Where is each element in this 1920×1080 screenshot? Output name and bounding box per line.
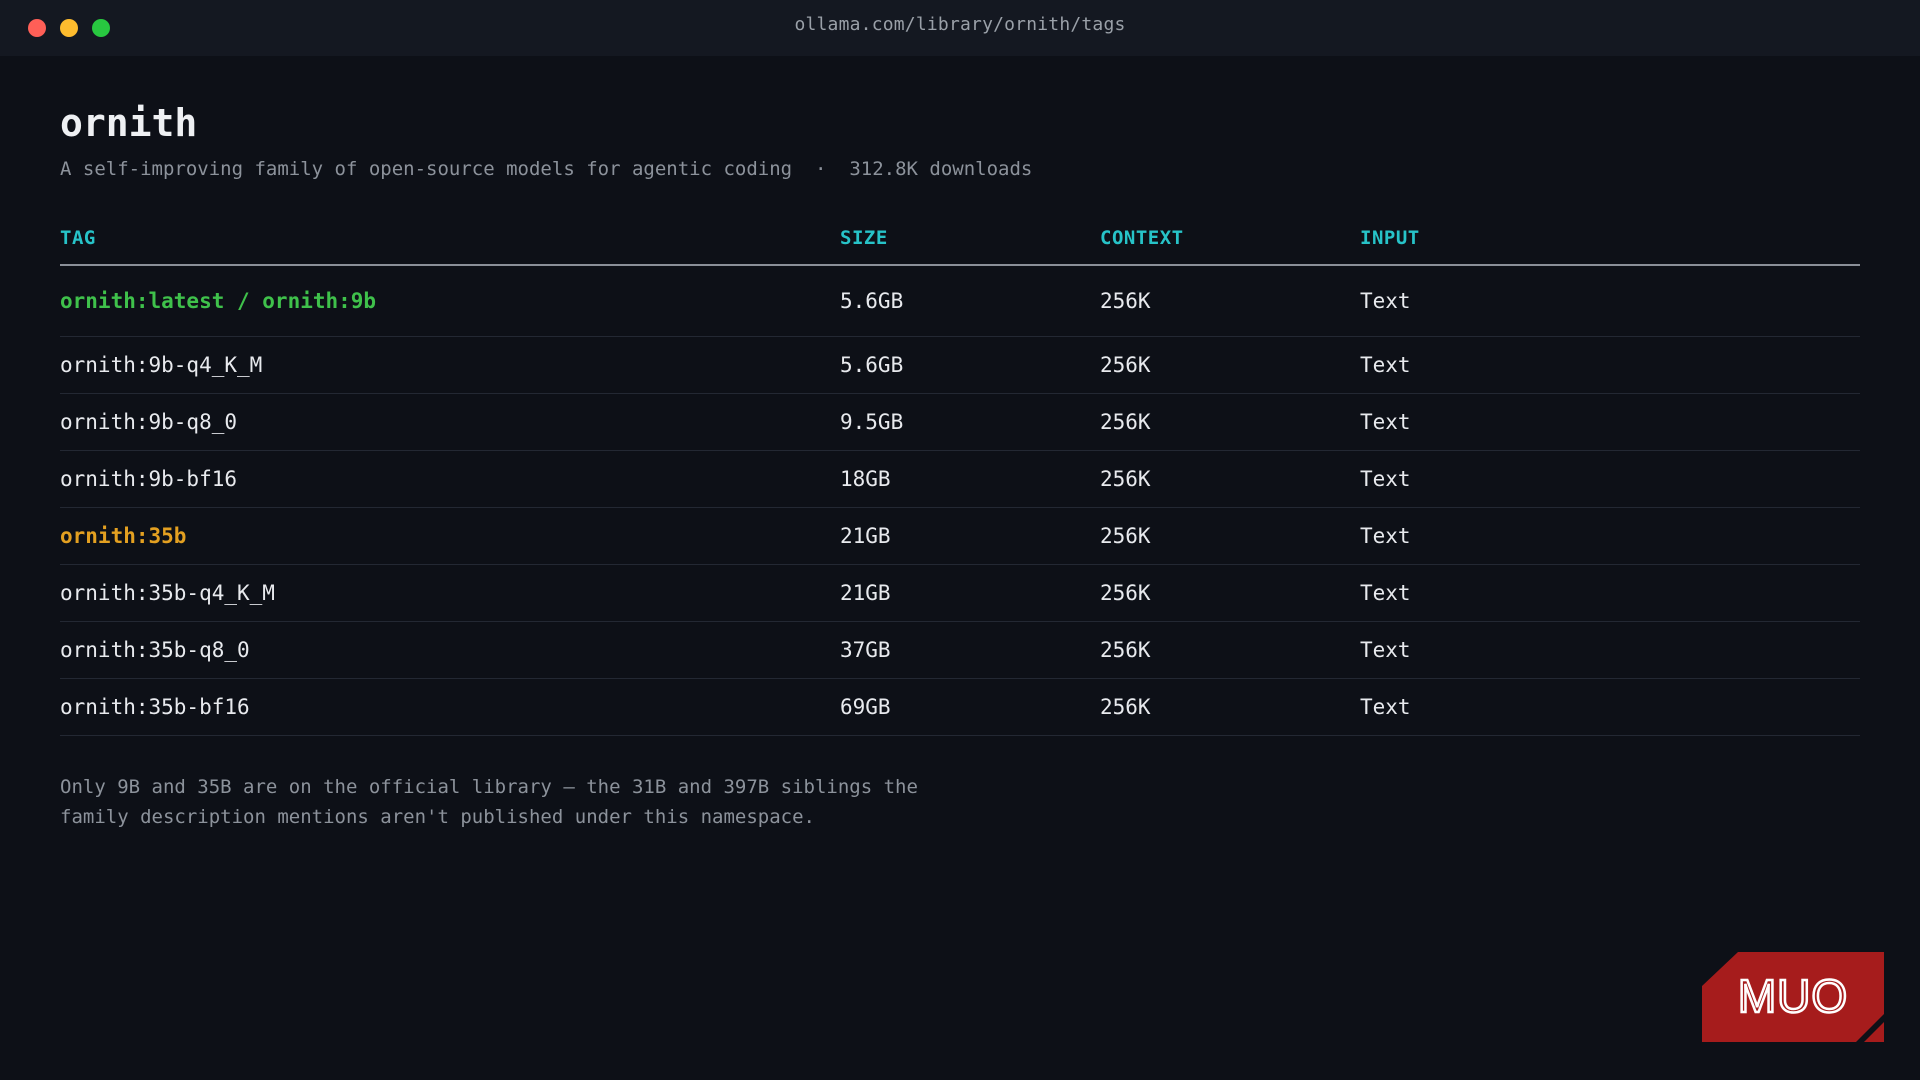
table-row[interactable]: ornith:9b-q8_0 9.5GB 256K Text xyxy=(60,394,1860,451)
context-cell: 256K xyxy=(1100,524,1151,548)
size-cell: 21GB xyxy=(840,581,891,605)
context-cell: 256K xyxy=(1100,695,1151,719)
footnote: Only 9B and 35B are on the official libr… xyxy=(60,772,1040,832)
page-title: ornith xyxy=(60,101,198,145)
table-header: TAG SIZE CONTEXT INPUT xyxy=(60,212,1860,266)
tag-cell[interactable]: ornith:9b-q8_0 xyxy=(60,410,840,434)
header-size: SIZE xyxy=(840,227,888,249)
table-row[interactable]: ornith:9b-bf16 18GB 256K Text xyxy=(60,451,1860,508)
input-cell: Text xyxy=(1360,353,1411,377)
table-row[interactable]: ornith:35b-bf16 69GB 256K Text xyxy=(60,679,1860,736)
header-context: CONTEXT xyxy=(1100,227,1184,249)
browser-window: ollama.com/library/ornith/tags ornith A … xyxy=(0,0,1920,1080)
tag-cell[interactable]: ornith:9b-bf16 xyxy=(60,467,840,491)
main-content: ornith A self-improving family of open-s… xyxy=(60,100,1860,832)
download-count: 312.8K downloads xyxy=(849,158,1033,180)
header-input: INPUT xyxy=(1360,227,1420,249)
tag-cell[interactable]: ornith:35b-q4_K_M xyxy=(60,581,840,605)
tag-cell[interactable]: ornith:9b-q4_K_M xyxy=(60,353,840,377)
size-cell: 37GB xyxy=(840,638,891,662)
window-titlebar: ollama.com/library/ornith/tags xyxy=(0,0,1920,56)
input-cell: Text xyxy=(1360,524,1411,548)
input-cell: Text xyxy=(1360,638,1411,662)
model-description: A self-improving family of open-source m… xyxy=(60,158,793,180)
input-cell: Text xyxy=(1360,581,1411,605)
tags-table: TAG SIZE CONTEXT INPUT ornith:latest / o… xyxy=(60,212,1860,736)
input-cell: Text xyxy=(1360,410,1411,434)
context-cell: 256K xyxy=(1100,353,1151,377)
input-cell: Text xyxy=(1360,695,1411,719)
context-cell: 256K xyxy=(1100,289,1151,313)
address-bar-url[interactable]: ollama.com/library/ornith/tags xyxy=(0,14,1920,35)
tag-cell[interactable]: ornith:latest / ornith:9b xyxy=(60,289,840,313)
context-cell: 256K xyxy=(1100,638,1151,662)
table-row[interactable]: ornith:latest / ornith:9b 5.6GB 256K Text xyxy=(60,266,1860,337)
footnote-line-1: Only 9B and 35B are on the official libr… xyxy=(60,776,918,798)
size-cell: 69GB xyxy=(840,695,891,719)
tag-cell[interactable]: ornith:35b-bf16 xyxy=(60,695,840,719)
logo-text: MUO xyxy=(1738,970,1848,1022)
size-cell: 5.6GB xyxy=(840,353,904,377)
table-row[interactable]: ornith:35b-q8_0 37GB 256K Text xyxy=(60,622,1860,679)
header-tag: TAG xyxy=(60,227,96,249)
size-cell: 18GB xyxy=(840,467,891,491)
input-cell: Text xyxy=(1360,467,1411,491)
tag-cell[interactable]: ornith:35b xyxy=(60,524,840,548)
table-row[interactable]: ornith:35b 21GB 256K Text xyxy=(60,508,1860,565)
size-cell: 9.5GB xyxy=(840,410,904,434)
separator-dot: · xyxy=(814,158,827,180)
table-row[interactable]: ornith:9b-q4_K_M 5.6GB 256K Text xyxy=(60,337,1860,394)
context-cell: 256K xyxy=(1100,410,1151,434)
context-cell: 256K xyxy=(1100,467,1151,491)
context-cell: 256K xyxy=(1100,581,1151,605)
footnote-line-2: family description mentions aren't publi… xyxy=(60,806,815,828)
table-row[interactable]: ornith:35b-q4_K_M 21GB 256K Text xyxy=(60,565,1860,622)
input-cell: Text xyxy=(1360,289,1411,313)
page-subtitle: A self-improving family of open-source m… xyxy=(60,156,1860,182)
size-cell: 5.6GB xyxy=(840,289,904,313)
size-cell: 21GB xyxy=(840,524,891,548)
muo-logo: MUO xyxy=(1702,952,1884,1042)
table-body: ornith:latest / ornith:9b 5.6GB 256K Text or… xyxy=(60,266,1860,736)
tag-cell[interactable]: ornith:35b-q8_0 xyxy=(60,638,840,662)
